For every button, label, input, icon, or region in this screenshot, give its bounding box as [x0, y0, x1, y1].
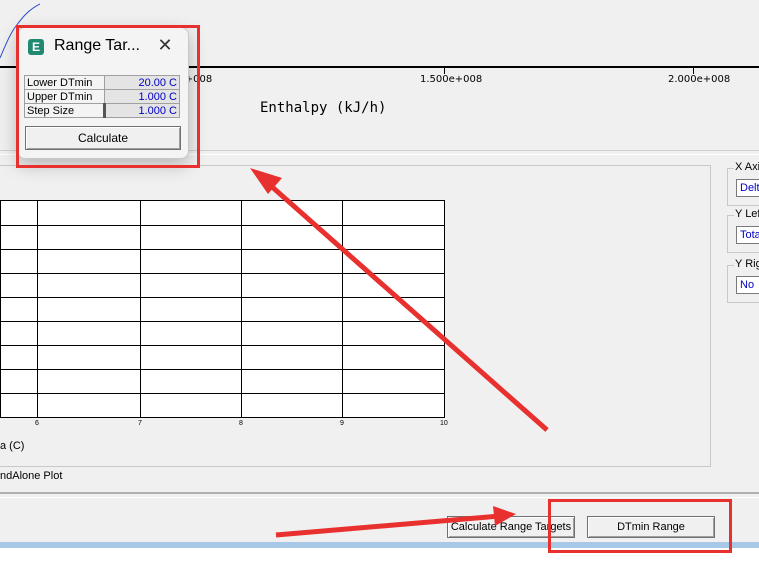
grid-line — [342, 201, 343, 417]
annotation-box-dialog — [16, 25, 200, 168]
grid-line — [241, 201, 242, 417]
top-x-tick-label: 1.500e+008 — [420, 74, 483, 85]
grid-x-tick-label: 9 — [340, 420, 344, 427]
y-left-group-title: Y Left — [734, 208, 759, 220]
grid-x-tick-label: 10 — [440, 420, 448, 427]
grid-line — [37, 201, 38, 417]
plot-type-label: ndAlone Plot — [0, 470, 63, 482]
top-x-axis-title: Enthalpy (kJ/h) — [260, 100, 387, 116]
y-right-group: Y Right No — [727, 258, 759, 303]
y-left-group: Y Left Total — [727, 208, 759, 253]
top-x-tick-label: 2.000e+008 — [668, 74, 731, 85]
grid-line — [1, 345, 444, 346]
x-axis-group-title: X Axis — [734, 161, 759, 173]
grid-line — [1, 249, 444, 250]
grid-x-tick-label: 8 — [239, 420, 243, 427]
y-right-group-title: Y Right — [734, 258, 759, 270]
grid-x-tick-label: 7 — [138, 420, 142, 427]
grid-line — [1, 369, 444, 370]
grid-line — [140, 201, 141, 417]
grid-line — [1, 393, 444, 394]
y-right-select[interactable]: No — [736, 276, 759, 294]
grid-line — [1, 297, 444, 298]
grid-plot — [0, 200, 445, 418]
grid-x-tick-label: 6 — [35, 420, 39, 427]
grid-x-axis-title: a (C) — [0, 440, 25, 452]
x-axis-select[interactable]: Delta — [736, 179, 759, 197]
x-axis-group: X Axis Delta — [727, 161, 759, 206]
bottom-divider — [0, 492, 759, 498]
y-left-select[interactable]: Total — [736, 226, 759, 244]
grid-line — [1, 273, 444, 274]
annotation-box-dtmin-button — [548, 499, 732, 553]
grid-line — [1, 321, 444, 322]
grid-line — [1, 225, 444, 226]
